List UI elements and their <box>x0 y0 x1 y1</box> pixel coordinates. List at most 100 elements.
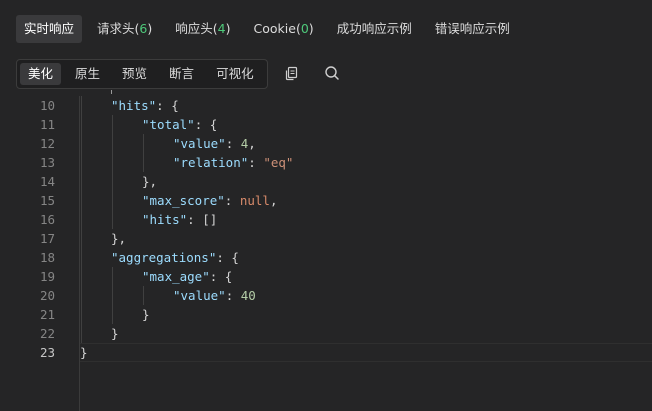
code-text: "aggregations": { <box>111 248 239 267</box>
line-number: 21 <box>39 307 55 322</box>
code-token: 40 <box>240 288 256 303</box>
code-token: : <box>224 193 240 208</box>
code-line: 18 "aggregations": { <box>0 248 652 267</box>
line-number: 12 <box>39 136 55 151</box>
tab-label: 成功响应示例 <box>336 21 412 36</box>
code-token: : { <box>194 117 218 132</box>
code-text: "hits": [] <box>142 210 217 229</box>
code-token: }, <box>142 174 158 189</box>
indent-guide <box>81 305 82 324</box>
indent-guide <box>81 267 82 286</box>
indent-guide <box>81 96 82 115</box>
code-token: "max_score" <box>142 193 225 208</box>
line-number: 18 <box>39 250 55 265</box>
view-mode-assert-button[interactable]: 断言 <box>161 63 202 85</box>
line-number: 19 <box>39 269 55 284</box>
tab-count: 6 <box>139 21 148 36</box>
line-number: 11 <box>39 117 55 132</box>
code-line: 22} <box>0 324 652 343</box>
indent-guide <box>143 153 144 172</box>
code-token: : { <box>156 98 179 113</box>
code-token: "aggregations" <box>111 250 217 265</box>
code-token: : <box>225 288 241 303</box>
indent-guide <box>112 305 113 324</box>
tab-label: Cookie <box>253 21 296 36</box>
copy-icon[interactable] <box>283 64 301 82</box>
code-token: : { <box>209 269 233 284</box>
indent-guide <box>81 286 82 305</box>
tab-label: 错误响应示例 <box>434 21 510 36</box>
code-line: 19 "max_age": { <box>0 267 652 286</box>
tab-label: 响应头 <box>175 21 213 36</box>
response-tabs: 实时响应 请求头(6) 响应头(4) Cookie(0) 成功响应示例 错误响应… <box>0 0 652 58</box>
indent-guide <box>112 153 113 172</box>
tab-cookie[interactable]: Cookie(0) <box>246 15 322 43</box>
code-line: 23} <box>0 343 652 362</box>
code-text: "value": 4, <box>173 134 256 153</box>
code-text: "max_score": null, <box>142 191 278 210</box>
line-number: 14 <box>39 174 55 189</box>
tab-count: 4 <box>217 21 226 36</box>
code-line: 21} <box>0 305 652 324</box>
code-text: } <box>142 305 150 324</box>
code-token: } <box>80 345 88 360</box>
scroll-truncation-mark <box>111 90 112 94</box>
line-number: 23 <box>39 345 55 360</box>
line-number: 15 <box>39 193 55 208</box>
tab-success-example[interactable]: 成功响应示例 <box>329 15 420 43</box>
indent-guide <box>112 115 113 134</box>
tab-count: 0 <box>300 21 309 36</box>
code-token: }, <box>111 231 127 246</box>
line-number: 20 <box>39 288 55 303</box>
tab-realtime-response[interactable]: 实时响应 <box>16 15 83 43</box>
indent-guide <box>112 210 113 229</box>
indent-guide <box>81 115 82 134</box>
code-token: } <box>142 307 150 322</box>
code-token: : <box>225 136 241 151</box>
view-mode-toolbar: 美化 原生 预览 断言 可视化 <box>16 59 268 89</box>
code-line: 20 "value": 40 <box>0 286 652 305</box>
code-viewer[interactable]: 10 "hits": {11 "total": {12 "value": 4, 13 "r… <box>0 90 652 411</box>
code-token: "total" <box>142 117 195 132</box>
code-token: , <box>269 193 278 208</box>
code-text: "relation": "eq" <box>173 153 293 172</box>
indent-guide <box>112 267 113 286</box>
code-token: : { <box>216 250 239 265</box>
code-text: }, <box>142 172 157 191</box>
indent-guide <box>112 134 113 153</box>
code-token: "max_age" <box>142 269 210 284</box>
code-token: , <box>248 136 256 151</box>
line-number: 13 <box>39 155 55 170</box>
tab-response-headers[interactable]: 响应头(4) <box>167 15 238 43</box>
code-line: 14}, <box>0 172 652 191</box>
code-token: "value" <box>173 288 226 303</box>
tab-label: 请求头 <box>97 21 135 36</box>
view-mode-preview-button[interactable]: 预览 <box>114 63 155 85</box>
code-token: } <box>111 326 119 341</box>
line-number: 10 <box>39 98 55 113</box>
indent-guide <box>143 286 144 305</box>
code-token: "value" <box>173 136 226 151</box>
view-mode-pretty-button[interactable]: 美化 <box>20 63 62 85</box>
code-token: : <box>248 155 264 170</box>
code-token: "eq" <box>263 155 294 170</box>
code-line: 13 "relation": "eq" <box>0 153 652 172</box>
code-token: "hits" <box>142 212 188 227</box>
tab-error-example[interactable]: 错误响应示例 <box>427 15 518 43</box>
code-text: "max_age": { <box>142 267 232 286</box>
indent-guide <box>81 172 82 191</box>
view-mode-raw-button[interactable]: 原生 <box>67 63 108 85</box>
indent-guide <box>81 324 82 343</box>
line-number: 22 <box>39 326 55 341</box>
indent-guide <box>81 134 82 153</box>
code-token: "hits" <box>111 98 157 113</box>
tab-request-headers[interactable]: 请求头(6) <box>89 15 160 43</box>
indent-guide <box>143 134 144 153</box>
code-line: 11 "total": { <box>0 115 652 134</box>
code-token: "relation" <box>173 155 249 170</box>
code-text: } <box>111 324 119 343</box>
view-mode-visualize-button[interactable]: 可视化 <box>208 63 262 85</box>
search-icon[interactable] <box>323 64 341 82</box>
indent-guide <box>112 191 113 210</box>
code-line: 15 "max_score": null, <box>0 191 652 210</box>
